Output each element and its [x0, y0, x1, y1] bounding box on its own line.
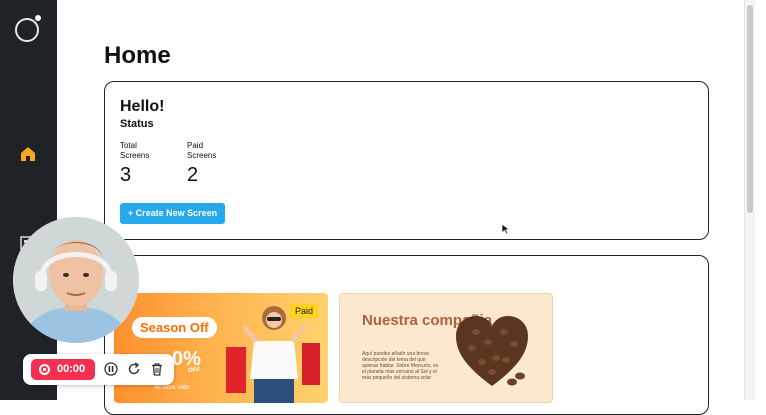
paid-screens-value: 2	[187, 164, 199, 186]
store-wide-label: All store wide	[154, 385, 190, 391]
home-icon[interactable]	[19, 145, 37, 163]
status-card: Hello! Status Total Screens Paid Screens…	[104, 81, 709, 240]
total-screens-value: 3	[120, 164, 132, 186]
create-new-screen-button[interactable]: + Create New Screen	[120, 203, 225, 224]
sidebar	[0, 0, 57, 400]
paid-screens-label: Paid Screens	[187, 141, 217, 160]
recording-timer: 00:00	[57, 363, 86, 375]
restart-icon[interactable]	[127, 362, 141, 376]
coffee-heart-image	[456, 316, 528, 386]
main-content: Home Hello! Status Total Screens Paid Sc…	[57, 0, 755, 415]
scrollbar[interactable]	[744, 0, 755, 400]
stop-recording-button[interactable]: 00:00	[31, 359, 95, 380]
company-description: Aquí puedes añadir una breve descripción…	[362, 351, 439, 381]
recording-toolbar: 00:00	[23, 354, 174, 385]
season-off-headline: Season Off	[132, 317, 217, 338]
webcam-person-image	[13, 217, 139, 343]
screens-card: ens Paid Season Off 0% OFF All store wid…	[104, 255, 709, 415]
circle-logo-icon[interactable]	[15, 18, 39, 42]
stop-icon	[39, 364, 50, 375]
webcam-overlay[interactable]	[13, 217, 139, 343]
pause-icon[interactable]	[104, 362, 118, 376]
screen-thumbnail-season-off[interactable]: Paid Season Off 0% OFF All store wide	[114, 293, 328, 403]
discount-off-label: OFF	[188, 368, 200, 374]
greeting: Hello!	[120, 98, 165, 115]
screen-thumbnail-nuestra-compania[interactable]: Nuestra compañia Aquí puedes añadir una …	[339, 293, 553, 403]
status-label: Status	[120, 118, 154, 130]
logo-dot	[35, 15, 41, 21]
scrollbar-thumb[interactable]	[747, 5, 753, 213]
trash-icon[interactable]	[150, 362, 164, 376]
page-title: Home	[104, 42, 171, 69]
paid-badge: Paid	[289, 304, 318, 318]
mouse-cursor-icon	[501, 223, 511, 235]
total-screens-label: Total Screens	[120, 141, 150, 160]
